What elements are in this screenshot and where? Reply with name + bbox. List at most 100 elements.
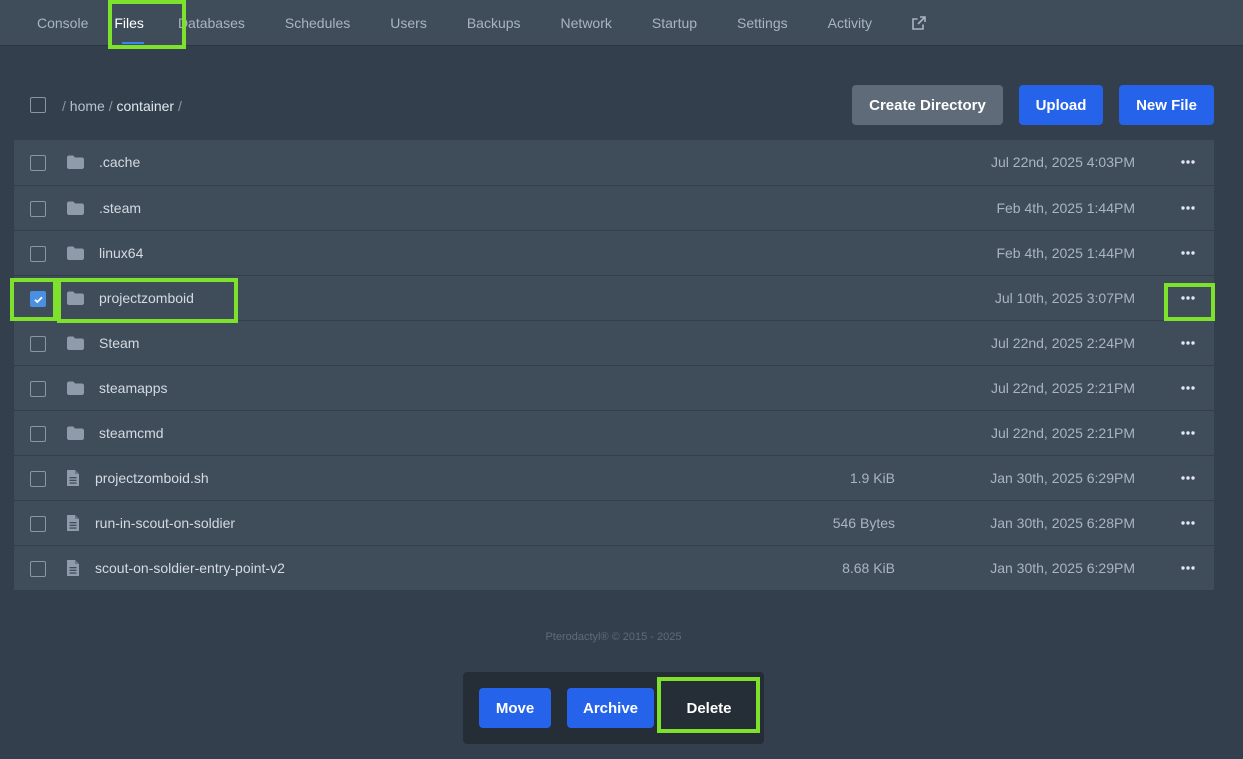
tab-label: Network — [560, 14, 612, 31]
more-options-icon[interactable] — [1178, 243, 1198, 263]
tab-schedules[interactable]: Schedules — [265, 0, 370, 46]
file-row[interactable]: scout-on-soldier-entry-point-v2 8.68 KiB J… — [14, 545, 1214, 590]
tab-label: Settings — [737, 14, 788, 31]
footer-copyright: Pterodactyl® © 2015 - 2025 — [545, 631, 682, 643]
more-options-icon[interactable] — [1178, 468, 1198, 488]
tab-users[interactable]: Users — [370, 0, 447, 46]
folder-icon — [66, 335, 85, 356]
tab-backups[interactable]: Backups — [447, 0, 541, 46]
file-row[interactable]: projectzomboid.sh 1.9 KiB Jan 30th, 2025 6… — [14, 455, 1214, 500]
row-checkbox[interactable] — [30, 336, 46, 352]
bulk-actions-bar: Move Archive Delete — [463, 672, 764, 744]
tab-activity[interactable]: Activity — [808, 0, 892, 46]
tab-databases[interactable]: Databases — [158, 0, 265, 46]
file-name[interactable]: steamapps — [99, 380, 167, 396]
file-icon — [66, 514, 80, 537]
row-checkbox[interactable] — [30, 516, 46, 532]
folder-icon — [66, 290, 85, 311]
breadcrumb-home[interactable]: home — [70, 98, 105, 114]
file-name[interactable]: .cache — [99, 154, 140, 170]
file-row[interactable]: run-in-scout-on-soldier 546 Bytes Jan 30th… — [14, 500, 1214, 545]
file-icon — [66, 469, 80, 492]
file-name[interactable]: scout-on-soldier-entry-point-v2 — [95, 560, 285, 576]
file-name[interactable]: Steam — [99, 335, 139, 351]
tab-startup[interactable]: Startup — [632, 0, 717, 46]
breadcrumb-separator: / — [108, 98, 113, 114]
folder-icon — [66, 245, 85, 266]
file-size: 546 Bytes — [832, 515, 895, 531]
breadcrumb-separator: / — [177, 98, 182, 114]
tab-label: Files — [114, 14, 144, 31]
file-modified-date: Feb 4th, 2025 1:44PM — [996, 245, 1135, 261]
row-checkbox[interactable] — [30, 201, 46, 217]
file-modified-date: Jan 30th, 2025 6:29PM — [990, 560, 1135, 576]
breadcrumb-separator: / — [62, 98, 66, 114]
row-checkbox[interactable] — [30, 246, 46, 262]
move-button[interactable]: Move — [479, 688, 551, 728]
file-row[interactable]: projectzomboid Jul 10th, 2025 3:07PM — [14, 275, 1214, 320]
more-options-icon[interactable] — [1178, 288, 1198, 308]
file-modified-date: Jul 22nd, 2025 4:03PM — [991, 154, 1135, 170]
file-name[interactable]: steamcmd — [99, 425, 164, 441]
breadcrumb: / home / container / — [62, 98, 182, 114]
tab-files[interactable]: Files — [108, 0, 158, 46]
upload-button[interactable]: Upload — [1019, 85, 1103, 125]
tab-label: Activity — [827, 14, 872, 31]
row-checkbox[interactable] — [30, 471, 46, 487]
archive-button[interactable]: Archive — [567, 688, 654, 728]
file-name[interactable]: projectzomboid.sh — [95, 470, 209, 486]
more-options-icon[interactable] — [1178, 333, 1198, 353]
file-row[interactable]: .cache Jul 22nd, 2025 4:03PM — [14, 140, 1214, 185]
more-options-icon[interactable] — [1178, 513, 1198, 533]
tab-label: Databases — [177, 14, 245, 31]
file-row[interactable]: linux64 Feb 4th, 2025 1:44PM — [14, 230, 1214, 275]
file-size: 8.68 KiB — [842, 560, 895, 576]
row-checkbox[interactable] — [30, 381, 46, 397]
file-row[interactable]: .steam Feb 4th, 2025 1:44PM — [14, 185, 1214, 230]
file-size: 1.9 KiB — [849, 470, 895, 486]
tab-settings[interactable]: Settings — [717, 0, 808, 46]
folder-icon — [66, 425, 85, 446]
file-name[interactable]: projectzomboid — [99, 290, 194, 306]
tab-network[interactable]: Network — [541, 0, 632, 46]
external-link-icon[interactable] — [892, 0, 946, 46]
file-modified-date: Jul 10th, 2025 3:07PM — [994, 290, 1135, 306]
file-modified-date: Jan 30th, 2025 6:28PM — [990, 515, 1135, 531]
create-directory-button[interactable]: Create Directory — [852, 85, 1003, 125]
file-name[interactable]: linux64 — [99, 245, 143, 261]
folder-icon — [66, 154, 85, 175]
file-modified-date: Feb 4th, 2025 1:44PM — [996, 200, 1135, 216]
row-checkbox[interactable] — [30, 561, 46, 577]
more-options-icon[interactable] — [1178, 378, 1198, 398]
more-options-icon[interactable] — [1178, 423, 1198, 443]
more-options-icon[interactable] — [1178, 198, 1198, 218]
breadcrumb-container[interactable]: container — [116, 98, 174, 114]
tab-label: Users — [390, 14, 427, 31]
file-modified-date: Jul 22nd, 2025 2:21PM — [991, 380, 1135, 396]
delete-button[interactable]: Delete — [669, 688, 749, 728]
folder-icon — [66, 380, 85, 401]
tab-console[interactable]: Console — [0, 0, 108, 46]
file-modified-date: Jul 22nd, 2025 2:24PM — [991, 335, 1135, 351]
file-name[interactable]: .steam — [99, 200, 141, 216]
new-file-button[interactable]: New File — [1119, 85, 1214, 125]
row-checkbox[interactable] — [30, 155, 46, 171]
file-modified-date: Jan 30th, 2025 6:29PM — [990, 470, 1135, 486]
more-options-icon[interactable] — [1178, 152, 1198, 172]
server-nav-bar: Console Files Databases Schedules Users … — [0, 0, 1243, 46]
row-checkbox[interactable] — [30, 291, 46, 307]
file-modified-date: Jul 22nd, 2025 2:21PM — [991, 425, 1135, 441]
more-options-icon[interactable] — [1178, 558, 1198, 578]
tab-label: Startup — [651, 14, 698, 31]
file-row[interactable]: steamapps Jul 22nd, 2025 2:21PM — [14, 365, 1214, 410]
file-name[interactable]: run-in-scout-on-soldier — [95, 515, 235, 531]
file-manager-header: / home / container / Create Directory Up… — [14, 84, 1214, 126]
row-checkbox[interactable] — [30, 426, 46, 442]
select-all-checkbox[interactable] — [30, 97, 46, 113]
tab-label: Backups — [466, 14, 521, 31]
tab-label: Console — [37, 14, 89, 31]
tab-label: Schedules — [284, 14, 351, 31]
folder-icon — [66, 200, 85, 221]
file-row[interactable]: steamcmd Jul 22nd, 2025 2:21PM — [14, 410, 1214, 455]
file-row[interactable]: Steam Jul 22nd, 2025 2:24PM — [14, 320, 1214, 365]
